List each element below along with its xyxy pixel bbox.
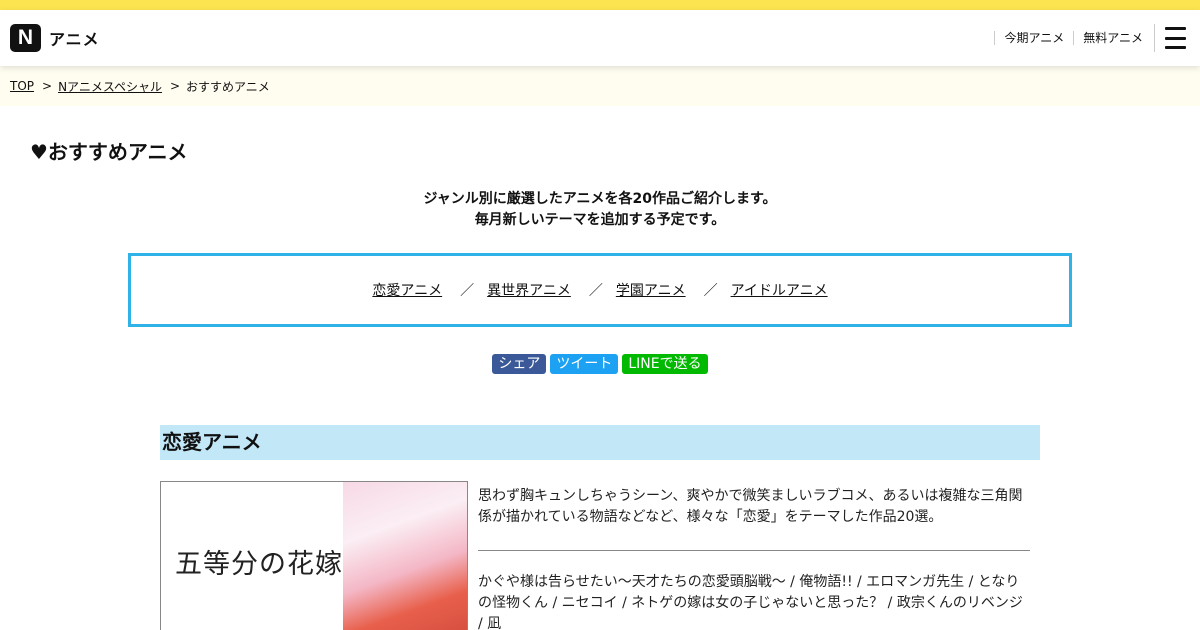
divider [478,550,1030,551]
genre-separator: ／ [460,283,475,299]
line-send-button[interactable]: LINEで送る [622,354,708,374]
header-nav: 今期アニメ 無料アニメ [994,24,1190,52]
section-description: 思わず胸キュンしちゃうシーン、爽やかで微笑ましいラブコメ、あるいは複雑な三角関係… [468,481,1040,630]
breadcrumb-top[interactable]: TOP [10,79,34,93]
hamburger-line [1165,27,1186,30]
logo-text: アニメ [49,30,100,49]
section-thumbnail-image[interactable]: 五等分の花嫁 [160,481,468,630]
site-logo[interactable]: N アニメ [10,24,100,52]
intro-text: ジャンル別に厳選したアニメを各20作品ご紹介します。 毎月新しいテーマを追加する… [0,189,1200,231]
romance-anime-section: 恋愛アニメ 五等分の花嫁 思わず胸キュンしちゃうシーン、爽やかで微笑ましいラブコ… [160,425,1040,630]
genre-separator: ／ [703,283,718,299]
page-title: ♥おすすめアニメ [30,140,188,164]
intro-line-2: 毎月新しいテーマを追加する予定です。 [474,212,726,228]
breadcrumb-separator: > [42,79,53,93]
breadcrumb-n-anime-special[interactable]: Nアニメスペシャル [58,78,162,95]
facebook-share-button[interactable]: シェア [492,354,547,374]
breadcrumb-current: おすすめアニメ [186,79,270,94]
share-buttons: シェア ツイート LINEで送る [0,354,1200,374]
breadcrumb: TOP > Nアニメスペシャル > おすすめアニメ [0,66,1200,106]
breadcrumb-separator: > [169,79,181,93]
genre-link-school[interactable]: 学園アニメ [616,280,686,300]
hamburger-line [1165,46,1186,49]
logo-mark: N [10,24,41,52]
nav-free-anime[interactable]: 無料アニメ [1073,31,1152,45]
nav-current-anime[interactable]: 今期アニメ [994,31,1073,45]
thumbnail-art [343,482,467,630]
genre-link-romance[interactable]: 恋愛アニメ [372,280,442,300]
section-card: 五等分の花嫁 思わず胸キュンしちゃうシーン、爽やかで微笑ましいラブコメ、あるいは… [160,481,1040,630]
genre-separator: ／ [588,283,603,299]
section-title: 恋愛アニメ [160,425,1040,460]
thumbnail-title-text: 五等分の花嫁 [175,549,343,580]
genre-links-box: 恋愛アニメ ／ 異世界アニメ ／ 学園アニメ ／ アイドルアニメ [128,253,1072,327]
site-header: N アニメ 今期アニメ 無料アニメ [0,10,1200,66]
hamburger-line [1165,36,1186,40]
section-title-list: かぐや様は告らせたい～天才たちの恋愛頭脳戦～ / 俺物語!! / エロマンガ先生… [478,574,1023,630]
top-accent-bar [0,0,1200,10]
intro-line-1: ジャンル別に厳選したアニメを各20作品ご紹介します。 [423,191,777,207]
genre-link-isekai[interactable]: 異世界アニメ [487,280,571,300]
section-summary: 思わず胸キュンしちゃうシーン、爽やかで微笑ましいラブコメ、あるいは複雑な三角関係… [478,488,1023,525]
hamburger-menu-icon[interactable] [1154,24,1190,52]
tweet-button[interactable]: ツイート [550,354,619,374]
genre-link-idol[interactable]: アイドルアニメ [731,280,828,300]
